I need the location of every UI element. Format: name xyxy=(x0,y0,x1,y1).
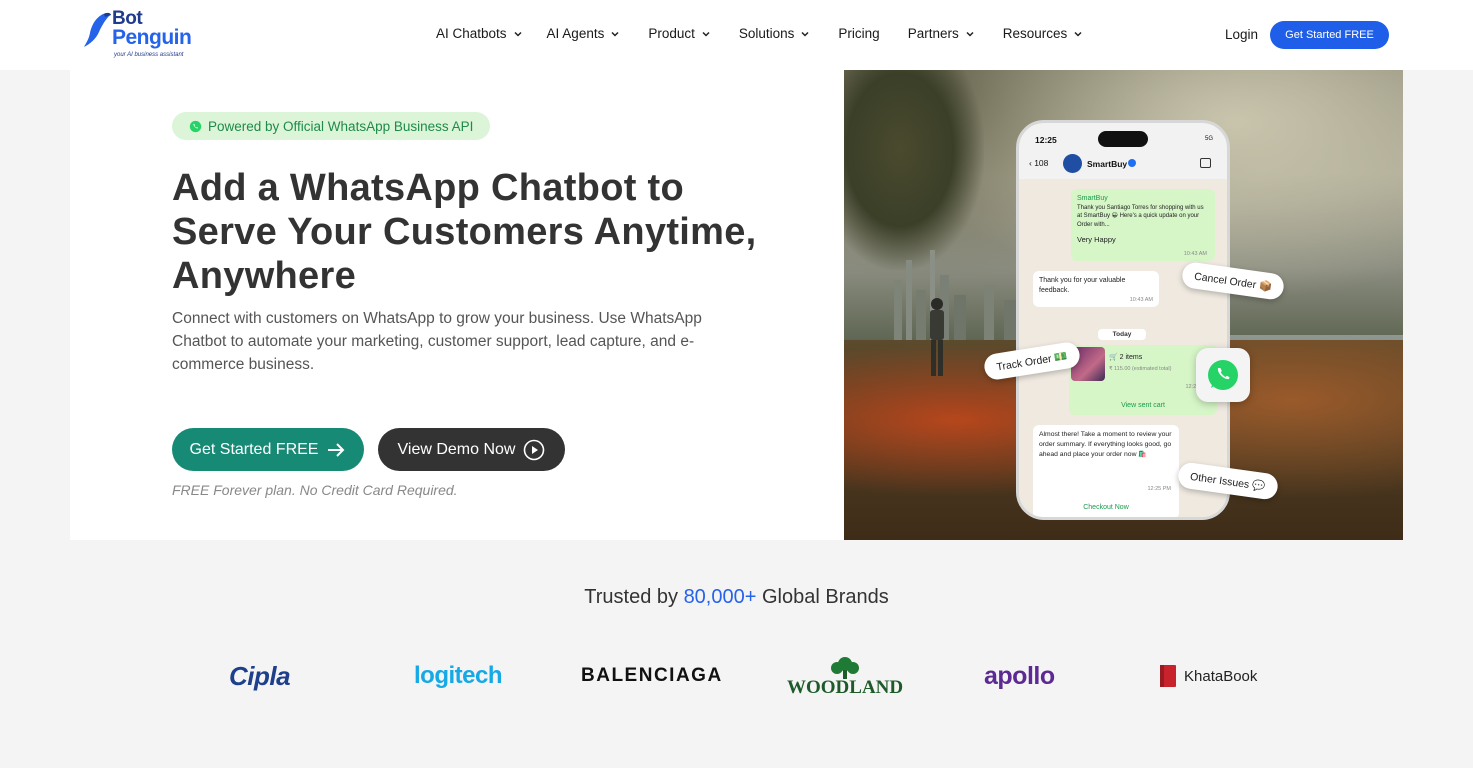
hero-title: Add a WhatsApp Chatbot to Serve Your Cus… xyxy=(172,167,757,297)
get-started-button[interactable]: Get Started FREE xyxy=(172,428,364,471)
cart-bubble: 🛒 2 items ₹ 115.00 (estimated total) 12:… xyxy=(1069,345,1217,415)
menu-resources[interactable]: Resources xyxy=(1003,26,1084,41)
trusted-suffix: Global Brands xyxy=(761,586,889,608)
contact-name: SmartBuy xyxy=(1087,159,1128,169)
menu-solutions-label: Solutions xyxy=(738,26,795,41)
menu-pricing[interactable]: Pricing xyxy=(838,26,879,41)
menu-resources-label: Resources xyxy=(1002,26,1068,41)
whatsapp-icon-badge xyxy=(1196,348,1250,402)
hero-section: Powered by Official WhatsApp Business AP… xyxy=(70,70,844,540)
day-divider: Today xyxy=(1098,329,1146,340)
woodland-logo: WOODLAND xyxy=(787,648,903,704)
chat-bubble-1-reply: Very Happy xyxy=(1077,235,1116,244)
chevron-down-icon xyxy=(966,31,974,37)
botpenguin-logo[interactable]: Bot Penguin your AI business assistant xyxy=(84,8,204,62)
phone-time: 12:25 xyxy=(1035,135,1057,145)
trusted-number: 80,000+ xyxy=(683,586,757,608)
menu-partners-label: Partners xyxy=(907,26,959,41)
login-link[interactable]: Login xyxy=(1225,27,1258,42)
checkout-now-link[interactable]: Checkout Now xyxy=(1033,503,1179,513)
shop-icon xyxy=(1200,158,1211,168)
menu-pricing-label: Pricing xyxy=(838,26,880,41)
menu-ai-agents-label: AI Agents xyxy=(546,26,605,41)
whatsapp-api-badge: Powered by Official WhatsApp Business AP… xyxy=(172,112,491,140)
menu-ai-agents[interactable]: AI Agents xyxy=(547,26,621,41)
get-started-nav-button[interactable]: Get Started FREE xyxy=(1270,21,1389,49)
view-demo-button-label: View Demo Now xyxy=(397,440,516,458)
woodland-logo-text: WOODLAND xyxy=(787,677,904,698)
chat-bubble-3: Almost there! Take a moment to review yo… xyxy=(1033,425,1179,517)
chat-bubble-1: SmartBuy Thank you Santiago Torres for s… xyxy=(1071,189,1215,261)
play-circle-icon xyxy=(524,439,545,460)
phone-notch xyxy=(1098,131,1148,147)
balenciaga-logo: BALENCIAGA xyxy=(581,665,723,686)
brand-logos: Cipla logitech BALENCIAGA WOODLAND apoll… xyxy=(0,648,1473,708)
badge-text: Powered by Official WhatsApp Business AP… xyxy=(208,118,474,134)
whatsapp-icon xyxy=(1208,360,1238,390)
arrow-right-icon xyxy=(328,442,345,457)
chevron-down-icon xyxy=(514,31,522,37)
cart-items: 🛒 2 items xyxy=(1109,354,1143,361)
chat-bubble-2: Thank you for your valuable feedback. 10… xyxy=(1033,271,1159,307)
main-menu: AI Chatbots AI Agents Product Solutions … xyxy=(436,26,1083,41)
phone-signal: 5G xyxy=(1204,136,1213,142)
menu-product[interactable]: Product xyxy=(648,26,711,41)
chat-back-count-value: 108 xyxy=(1034,158,1049,168)
chat-bubble-1-time: 10:43 AM xyxy=(1183,250,1207,257)
chevron-down-icon xyxy=(702,31,710,37)
logo-text-line2: Penguin xyxy=(112,26,192,49)
chat-bubble-1-text: Thank you Santiago Torres for shopping w… xyxy=(1077,204,1204,228)
khatabook-book-icon xyxy=(1160,665,1176,687)
free-plan-note: FREE Forever plan. No Credit Card Requir… xyxy=(172,482,458,498)
chat-bubble-1-sender: SmartBuy xyxy=(1077,195,1108,202)
penguin-logo-icon xyxy=(84,12,111,47)
chat-back-count: ‹ 108 xyxy=(1029,158,1049,168)
cart-total: ₹ 115.00 (estimated total) xyxy=(1109,366,1172,372)
cipla-logo: Cipla xyxy=(229,660,291,691)
trusted-heading: Trusted by 80,000+ Global Brands xyxy=(0,586,1473,609)
contact-avatar xyxy=(1063,154,1082,173)
menu-ai-chatbots[interactable]: AI Chatbots xyxy=(436,26,523,41)
hero-illustration: 12:25 5G ‹ 108 SmartBuy SmartBuy Thank y… xyxy=(844,70,1403,540)
menu-product-label: Product xyxy=(648,26,695,41)
chevron-down-icon xyxy=(611,31,619,37)
trusted-prefix: Trusted by xyxy=(584,586,678,608)
hero-subtitle: Connect with customers on WhatsApp to gr… xyxy=(172,310,702,373)
chat-bubble-3-text: Almost there! Take a moment to review yo… xyxy=(1039,431,1172,458)
whatsapp-icon xyxy=(189,120,202,132)
chevron-down-icon xyxy=(801,31,809,37)
logitech-logo: logitech xyxy=(414,662,503,689)
verified-icon xyxy=(1128,159,1136,167)
standing-person xyxy=(930,298,944,376)
phone-mockup: 12:25 5G ‹ 108 SmartBuy SmartBuy Thank y… xyxy=(1016,120,1230,520)
view-demo-button[interactable]: View Demo Now xyxy=(378,428,565,471)
apollo-logo: apollo xyxy=(984,661,1055,690)
chevron-down-icon xyxy=(1074,31,1082,37)
chat-bubble-3-time: 12:25 PM xyxy=(1147,486,1171,492)
menu-solutions[interactable]: Solutions xyxy=(739,26,811,41)
khatabook-logo: KhataBook xyxy=(1158,648,1257,704)
menu-ai-chatbots-label: AI Chatbots xyxy=(436,26,507,41)
logo-tagline: your AI business assistant xyxy=(114,52,184,58)
top-navbar: Bot Penguin your AI business assistant A… xyxy=(0,0,1473,70)
menu-partners[interactable]: Partners xyxy=(908,26,975,41)
chat-bubble-2-time: 10:43 AM xyxy=(1129,296,1153,303)
view-sent-cart-link[interactable]: View sent cart xyxy=(1069,401,1217,411)
khatabook-logo-text: KhataBook xyxy=(1184,667,1258,685)
get-started-button-label: Get Started FREE xyxy=(189,440,319,458)
chat-bubble-2-text: Thank you for your valuable feedback. xyxy=(1039,277,1126,294)
